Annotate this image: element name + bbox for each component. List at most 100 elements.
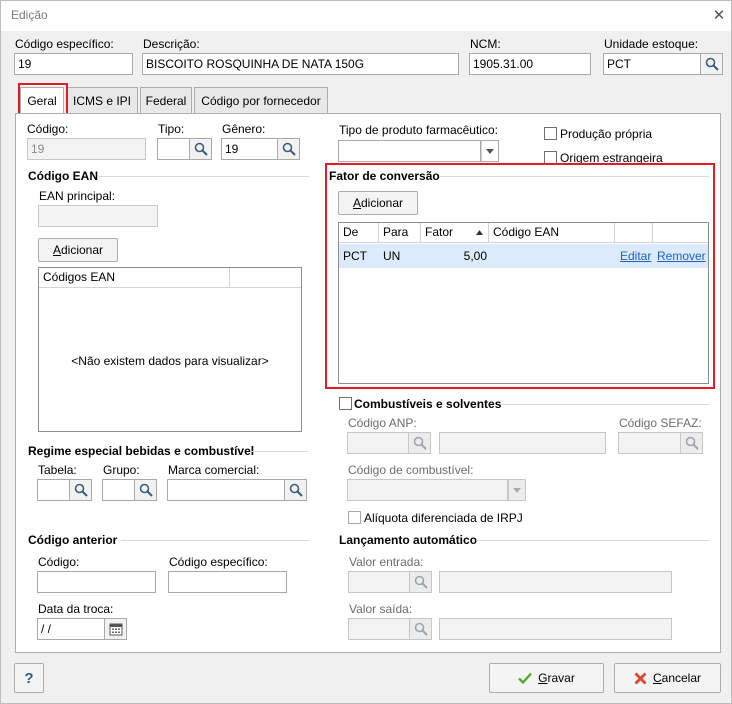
- valor-entrada-label: Valor entrada:: [349, 555, 424, 569]
- search-icon: [705, 57, 719, 71]
- tipo-input[interactable]: [157, 138, 190, 160]
- genero-search-button[interactable]: [278, 138, 300, 160]
- valor-saida-description: [439, 618, 672, 640]
- section-divider: [121, 540, 309, 541]
- unidade-search-button[interactable]: [701, 53, 723, 75]
- aliquota-irpj-label: Alíquota diferenciada de IRPJ: [364, 511, 523, 525]
- codigo-especifico-label: Código específico:: [15, 37, 114, 51]
- tabela-input[interactable]: [37, 479, 70, 501]
- col-action-header: [615, 223, 653, 243]
- origem-estrangeira-label: Origem estrangeira: [560, 151, 663, 165]
- cancel-rest: ancelar: [661, 671, 702, 685]
- col-codigo-ean-header[interactable]: Código EAN: [489, 223, 615, 243]
- combustiveis-checkbox[interactable]: [339, 397, 352, 410]
- col-de-header[interactable]: De: [339, 223, 379, 243]
- row-para: UN: [383, 249, 401, 263]
- ean-principal-input: [38, 205, 158, 227]
- section-divider: [476, 540, 709, 541]
- grupo-search-button[interactable]: [135, 479, 157, 501]
- origem-estrangeira-checkbox[interactable]: [544, 151, 557, 164]
- add-fator-button[interactable]: Adicionar: [338, 191, 418, 215]
- producao-propria-checkbox[interactable]: [544, 127, 557, 140]
- ean-column-header[interactable]: Códigos EAN: [39, 268, 230, 288]
- combustiveis-section-title: Combustíveis e solventes: [354, 397, 502, 411]
- data-troca-calendar-button[interactable]: [105, 618, 127, 640]
- grupo-input[interactable]: [102, 479, 135, 501]
- codigo-anterior-section-title: Código anterior: [28, 533, 118, 547]
- ean-empty-message: <Não existem dados para visualizar>: [71, 354, 269, 368]
- valor-saida-search-button: [410, 618, 432, 640]
- tabela-label: Tabela:: [38, 463, 77, 477]
- codigo-especifico-input[interactable]: 19: [14, 53, 133, 75]
- tipo-search-button[interactable]: [190, 138, 212, 160]
- codigo-combustivel-select: [347, 479, 508, 501]
- ean-grid-header: Códigos EAN: [39, 268, 301, 288]
- table-row[interactable]: PCT UN 5,00 Editar Remover: [339, 244, 708, 268]
- codigo-sefaz-search-button: [681, 432, 703, 454]
- codigo-anterior-input[interactable]: [37, 571, 156, 593]
- valor-saida-label: Valor saída:: [349, 602, 413, 616]
- window-title: Edição: [11, 8, 48, 22]
- tab-geral[interactable]: Geral: [20, 87, 64, 114]
- tipo-farmaceutico-dropdown[interactable]: [481, 140, 499, 162]
- tab-federal-label: Federal: [145, 94, 187, 108]
- add-ean-label: dicionar: [60, 243, 104, 257]
- chevron-down-icon: [513, 487, 521, 493]
- cancel-x-icon: [634, 672, 647, 684]
- row-fator: 5,00: [463, 249, 487, 263]
- marca-comercial-input[interactable]: [167, 479, 285, 501]
- codigo-anp-label: Código ANP:: [348, 416, 417, 430]
- section-divider: [500, 404, 709, 405]
- tab-codigo-fornecedor[interactable]: Código por fornecedor: [194, 87, 328, 113]
- codigo-sefaz-label: Código SEFAZ:: [619, 416, 702, 430]
- chevron-down-icon: [486, 148, 494, 154]
- tab-federal[interactable]: Federal: [140, 87, 192, 113]
- section-divider: [97, 176, 309, 177]
- ean-principal-label: EAN principal:: [39, 189, 116, 203]
- tipo-label: Tipo:: [158, 122, 185, 136]
- help-button[interactable]: ?: [14, 663, 44, 693]
- aliquota-irpj-checkbox: [348, 511, 361, 524]
- ncm-input[interactable]: 1905.31.00: [469, 53, 591, 75]
- save-button[interactable]: Gravar: [489, 663, 604, 693]
- descricao-label: Descrição:: [143, 37, 200, 51]
- tabela-search-button[interactable]: [70, 479, 92, 501]
- unidade-estoque-label: Unidade estoque:: [604, 37, 699, 51]
- grupo-label: Grupo:: [103, 463, 140, 477]
- lancamento-automatico-section-title: Lançamento automático: [339, 533, 478, 547]
- tab-icms-ipi-label: ICMS e IPI: [72, 94, 131, 108]
- marca-comercial-search-button[interactable]: [285, 479, 307, 501]
- ncm-label: NCM:: [470, 37, 501, 51]
- search-icon: [413, 436, 427, 450]
- search-icon: [282, 142, 296, 156]
- tipo-farmaceutico-label: Tipo de produto farmacêutico:: [339, 123, 498, 137]
- cancel-label: Cancelar: [653, 671, 701, 685]
- codigo-combustivel-label: Código de combustível:: [348, 463, 474, 477]
- descricao-input[interactable]: BISCOITO ROSQUINHA DE NATA 150G: [142, 53, 459, 75]
- help-icon: ?: [24, 669, 34, 687]
- tipo-farmaceutico-select[interactable]: [338, 140, 481, 162]
- marca-comercial-label: Marca comercial:: [168, 463, 260, 477]
- data-troca-label: Data da troca:: [38, 602, 114, 616]
- remove-link[interactable]: Remover: [657, 244, 706, 268]
- data-troca-input[interactable]: / /: [37, 618, 105, 640]
- col-para-header[interactable]: Para: [379, 223, 421, 243]
- close-icon[interactable]: ✕: [709, 6, 729, 26]
- col-fator-header[interactable]: Fator: [421, 223, 489, 243]
- codigo-anp-search-button: [409, 432, 431, 454]
- col-fator-label: Fator: [425, 225, 454, 239]
- ean-grid[interactable]: Códigos EAN <Não existem dados para visu…: [38, 267, 302, 432]
- calendar-icon: [109, 623, 122, 636]
- tab-icms-ipi[interactable]: ICMS e IPI: [66, 87, 138, 113]
- edit-link[interactable]: Editar: [620, 244, 651, 268]
- codigo-especifico-anterior-input[interactable]: [168, 571, 287, 593]
- fator-grid[interactable]: De Para Fator Código EAN PCT UN 5,00 Edi…: [338, 222, 709, 384]
- genero-label: Gênero:: [222, 122, 266, 136]
- add-fator-accel: A: [352, 196, 361, 210]
- add-ean-button[interactable]: Adicionar: [38, 238, 118, 262]
- genero-input[interactable]: 19: [221, 138, 278, 160]
- unidade-estoque-input[interactable]: PCT: [603, 53, 701, 75]
- cancel-button[interactable]: Cancelar: [614, 663, 721, 693]
- valor-entrada-description: [439, 571, 672, 593]
- valor-entrada-search-button: [410, 571, 432, 593]
